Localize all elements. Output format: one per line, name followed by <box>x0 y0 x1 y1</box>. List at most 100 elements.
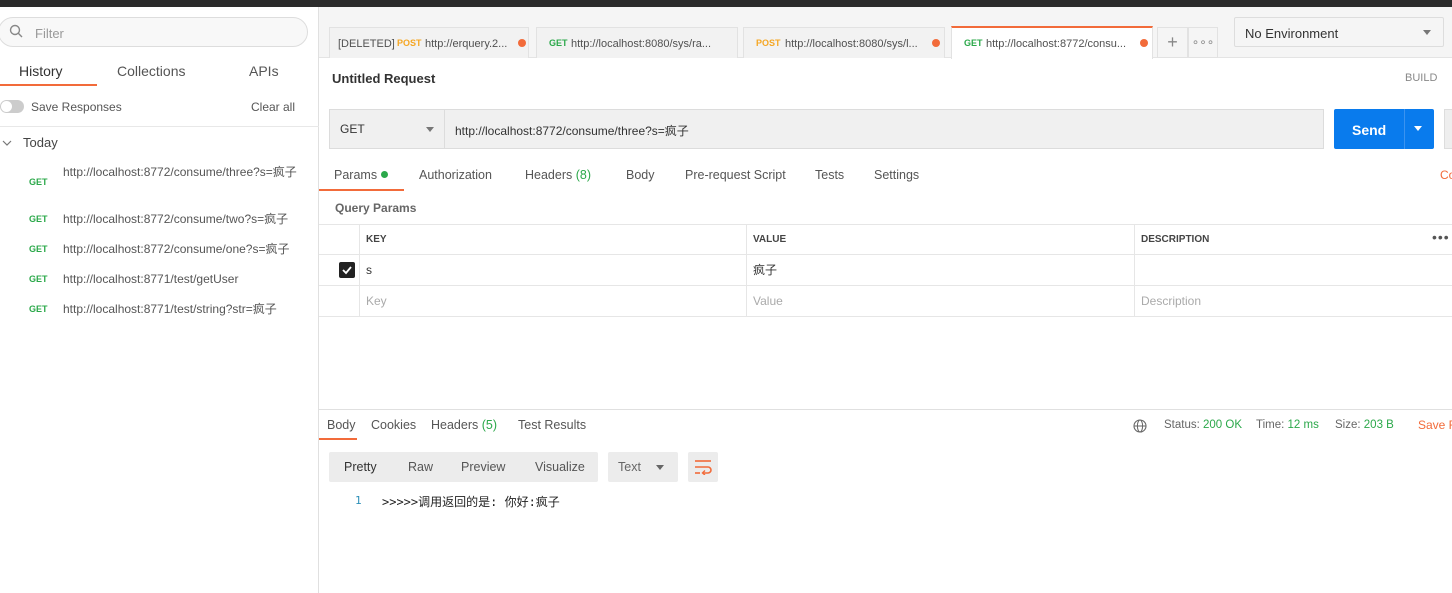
save-response-button[interactable]: Save R <box>1418 418 1452 432</box>
history-item-method: GET <box>29 177 48 187</box>
request-tab-method: POST <box>397 38 422 48</box>
url-bar: GET http://localhost:8772/consume/three?… <box>329 109 1324 149</box>
table-more-button[interactable]: ••• <box>1432 229 1450 245</box>
chevron-down-icon <box>656 465 664 470</box>
history-item[interactable]: GET http://localhost:8772/consume/two?s=… <box>0 211 319 231</box>
cookies-link[interactable]: Co <box>1440 168 1452 182</box>
build-mode-label[interactable]: BUILD <box>1405 72 1437 84</box>
query-params-title: Query Params <box>335 201 417 215</box>
request-tabs: Params Authorization Headers (8) Body Pr… <box>319 162 1452 192</box>
request-tab[interactable]: POST http://localhost:8080/sys/l... <box>743 27 945 58</box>
param-description-cell[interactable] <box>1134 255 1452 286</box>
row-checkbox[interactable] <box>339 262 355 278</box>
save-responses-toggle[interactable] <box>0 100 24 113</box>
params-active-dot-icon <box>381 171 389 178</box>
history-item-method: GET <box>29 214 48 224</box>
request-tab-bar: [DELETED] POST http://erquery.2... GET h… <box>319 7 1452 59</box>
globe-icon[interactable] <box>1133 419 1147 433</box>
tab-tests[interactable]: Tests <box>815 168 844 182</box>
request-tab-title: http://localhost:8772/consu... <box>986 38 1127 50</box>
request-tab[interactable]: GET http://localhost:8080/sys/ra... <box>536 27 738 58</box>
response-time: Time: 12 ms <box>1256 419 1319 431</box>
send-label: Send <box>1352 122 1387 138</box>
request-tab-title: http://erquery.2... <box>425 38 508 50</box>
request-tab-method: POST <box>756 38 781 48</box>
history-item-url: http://localhost:8771/test/string?str=疯子 <box>63 302 277 316</box>
tab-response-headers[interactable]: Headers (5) <box>431 418 497 432</box>
tab-params[interactable]: Params <box>334 168 389 182</box>
tab-authorization[interactable]: Authorization <box>419 168 492 182</box>
history-group-label: Today <box>23 135 58 150</box>
request-tab-title: http://localhost:8080/sys/ra... <box>571 38 712 50</box>
params-tab-indicator <box>319 189 404 191</box>
line-text[interactable]: >>>>>调用返回的是: 你好:疯子 <box>382 493 560 510</box>
history-tab-indicator <box>0 84 97 86</box>
new-key-input[interactable]: Key <box>359 286 746 317</box>
param-key-cell[interactable]: s <box>359 255 746 286</box>
url-input[interactable]: http://localhost:8772/consume/three?s=疯子 <box>455 122 689 139</box>
format-raw[interactable]: Raw <box>408 460 433 474</box>
column-header-description: DESCRIPTION <box>1134 225 1422 256</box>
history-group-today[interactable]: Today <box>0 135 319 155</box>
send-dropdown-icon[interactable] <box>1414 126 1422 131</box>
request-tab-title: http://localhost:8080/sys/l... <box>785 38 918 50</box>
new-tab-button[interactable]: + <box>1157 27 1188 58</box>
tab-pre-request-script[interactable]: Pre-request Script <box>685 168 786 182</box>
history-item-method: GET <box>29 304 48 314</box>
check-icon <box>342 266 352 275</box>
request-title[interactable]: Untitled Request <box>332 71 435 86</box>
chevron-down-icon <box>2 140 12 146</box>
history-item[interactable]: GET http://localhost:8771/test/string?st… <box>0 301 319 321</box>
response-type-select[interactable]: Text <box>608 452 678 482</box>
environment-select[interactable]: No Environment <box>1234 17 1444 47</box>
tab-more-button[interactable]: ∘∘∘ <box>1188 27 1218 58</box>
history-item-url: http://localhost:8772/consume/one?s=疯子 <box>63 242 290 256</box>
wrap-lines-icon <box>695 460 712 475</box>
tab-response-body[interactable]: Body <box>327 418 356 432</box>
sidebar: Filter History Collections APIs Save Res… <box>0 7 319 593</box>
table-row: s 疯子 <box>319 255 1452 286</box>
format-pretty[interactable]: Pretty <box>344 460 377 474</box>
new-value-input[interactable]: Value <box>746 286 1134 317</box>
history-item[interactable]: GET http://localhost:8772/consume/one?s=… <box>0 241 319 261</box>
save-responses-row: Save Responses Clear all <box>0 99 319 123</box>
method-select[interactable]: GET <box>330 110 445 148</box>
column-header-value: VALUE <box>746 225 1134 256</box>
save-button[interactable] <box>1444 109 1452 149</box>
sidebar-tabs: History Collections APIs <box>0 57 319 87</box>
send-button[interactable]: Send <box>1334 109 1434 149</box>
history-item-url: http://localhost:8771/test/getUser <box>63 272 239 286</box>
clear-all-button[interactable]: Clear all <box>251 100 295 114</box>
save-responses-label: Save Responses <box>31 100 122 114</box>
format-visualize[interactable]: Visualize <box>535 460 585 474</box>
request-tab[interactable]: [DELETED] POST http://erquery.2... <box>329 27 529 58</box>
history-item[interactable]: GET http://localhost:8771/test/getUser <box>0 271 319 291</box>
unsaved-dot-icon <box>518 39 526 47</box>
history-item-url: http://localhost:8772/consume/three?s=疯子 <box>63 165 297 179</box>
tab-response-cookies[interactable]: Cookies <box>371 418 416 432</box>
window-top-bar <box>0 0 1452 7</box>
tab-settings[interactable]: Settings <box>874 168 919 182</box>
request-tab-active[interactable]: GET http://localhost:8772/consu... <box>951 26 1153 59</box>
tab-apis[interactable]: APIs <box>249 63 279 79</box>
param-value-cell[interactable]: 疯子 <box>746 255 1134 286</box>
tab-history[interactable]: History <box>19 63 63 79</box>
body-tab-indicator <box>319 438 357 440</box>
table-header-row: KEY VALUE DESCRIPTION ••• <box>319 224 1452 256</box>
filter-input[interactable]: Filter <box>0 17 308 47</box>
format-preview[interactable]: Preview <box>461 460 505 474</box>
wrap-lines-button[interactable] <box>688 452 718 482</box>
response-status: Status: 200 OK <box>1164 419 1243 431</box>
history-item[interactable]: GET http://localhost:8772/consume/three?… <box>0 164 319 198</box>
tab-test-results[interactable]: Test Results <box>518 418 586 432</box>
chevron-down-icon <box>1423 30 1431 35</box>
tab-collections[interactable]: Collections <box>117 63 185 79</box>
response-type-value: Text <box>618 460 641 474</box>
history-item-method: GET <box>29 244 48 254</box>
request-tab-deleted-prefix: [DELETED] <box>338 38 395 50</box>
response-size: Size: 203 B <box>1335 419 1394 431</box>
history-item-url: http://localhost:8772/consume/two?s=疯子 <box>63 212 289 226</box>
new-description-input[interactable]: Description <box>1134 286 1452 317</box>
tab-headers[interactable]: Headers (8) <box>525 168 591 182</box>
tab-body[interactable]: Body <box>626 168 655 182</box>
